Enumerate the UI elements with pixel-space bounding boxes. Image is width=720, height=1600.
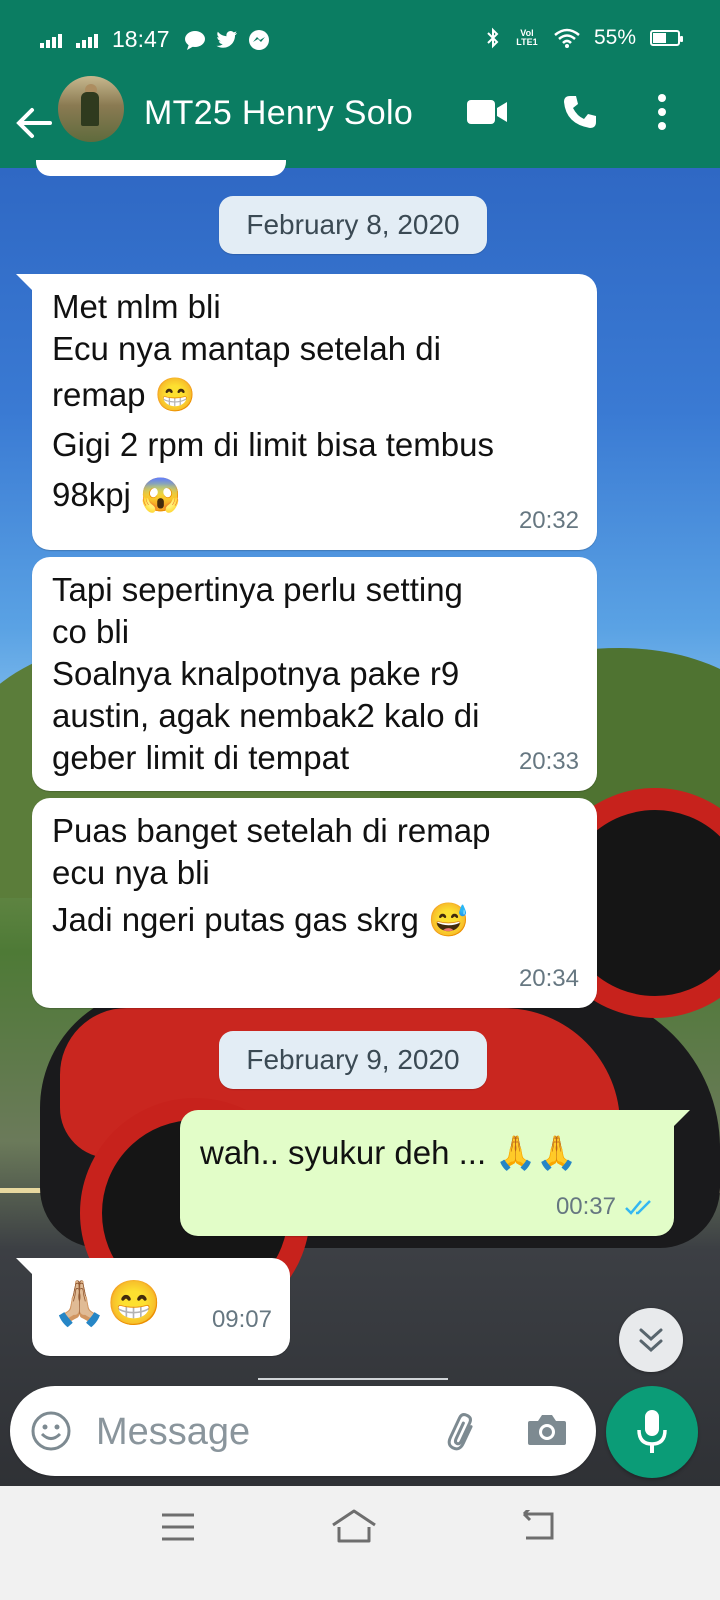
chat-header: MT25 Henry Solo: [0, 76, 720, 168]
system-nav-bar: [0, 1486, 720, 1600]
status-left: 18:47: [40, 26, 270, 53]
message-line: 98kpj 😱: [52, 476, 182, 513]
date-separator: February 9, 2020: [219, 1031, 487, 1089]
bluetooth-icon: [487, 27, 499, 49]
message-bubble-outgoing[interactable]: wah.. syukur deh ... 🙏🙏 00:37: [180, 1110, 690, 1236]
chat-bubble-icon: [184, 30, 205, 50]
read-ticks-icon: [625, 1200, 651, 1215]
contact-name[interactable]: MT25 Henry Solo: [144, 94, 413, 133]
message-bubble-incoming[interactable]: 🙏🏼😁 09:07: [16, 1258, 290, 1356]
message-line: geber limit di tempat: [52, 739, 350, 776]
signal-icon-2: [76, 32, 98, 48]
message-line: Gigi 2 rpm di limit bisa tembus: [52, 426, 494, 463]
volte-icon: Vol LTE1: [516, 28, 538, 47]
message-line: Soalnya knalpotnya pake r9: [52, 655, 460, 692]
scroll-to-bottom-button[interactable]: [619, 1308, 683, 1372]
signal-icon: [40, 32, 62, 48]
message-line: Puas banget setelah di remap: [52, 812, 491, 849]
menu-icon[interactable]: [160, 1512, 196, 1542]
message-time: 00:37: [555, 1193, 616, 1220]
voice-message-button[interactable]: [606, 1386, 698, 1478]
message-bubble-incoming[interactable]: Tapi sepertinya perlu setting co bli Soa…: [32, 557, 597, 791]
message-time: 20:32: [518, 507, 579, 534]
date-separator: February 8, 2020: [219, 196, 487, 254]
message-line: wah.. syukur deh ... 🙏🙏: [200, 1134, 578, 1171]
emoji-icon[interactable]: [30, 1410, 72, 1452]
message-bubble-incoming[interactable]: Met mlm bli Ecu nya mantap setelah di re…: [16, 274, 597, 550]
message-time: 20:34: [518, 965, 579, 992]
battery-percent: 55%: [593, 26, 636, 49]
video-call-icon[interactable]: [466, 98, 508, 126]
more-vert-icon[interactable]: [656, 94, 668, 130]
battery-icon: [650, 30, 683, 46]
message-line: austin, agak nembak2 kalo di: [52, 697, 480, 734]
status-time: 18:47: [112, 26, 170, 52]
message-line: Met mlm bli: [52, 288, 221, 325]
wifi-icon: [554, 28, 580, 48]
message-line: ecu nya bli: [52, 854, 210, 891]
message-line: Ecu nya mantap setelah di: [52, 330, 441, 367]
mic-icon: [637, 1410, 667, 1453]
status-right: Vol LTE1 55%: [486, 26, 683, 50]
attach-icon[interactable]: [442, 1410, 482, 1452]
message-input[interactable]: [94, 1406, 418, 1458]
home-icon[interactable]: [330, 1508, 378, 1544]
message-line: remap 😁: [52, 376, 196, 413]
message-time: 20:33: [518, 748, 579, 775]
back-icon[interactable]: [520, 1510, 556, 1542]
avatar[interactable]: [58, 76, 124, 142]
twitter-icon: [216, 30, 237, 48]
message-line: co bli: [52, 613, 130, 650]
notification-icons: [184, 29, 270, 51]
message-line: Jadi ngeri putas gas skrg 😅: [52, 901, 470, 938]
battery-fill: [653, 33, 667, 43]
chevron-double-down-icon: [639, 1328, 663, 1353]
messenger-icon: [248, 29, 269, 50]
camera-icon[interactable]: [526, 1412, 568, 1448]
avatar-figure: [81, 92, 99, 126]
message-meta: 00:37: [556, 1186, 656, 1228]
message-line: Tapi sepertinya perlu setting: [52, 571, 463, 608]
back-arrow-icon[interactable]: [14, 106, 54, 140]
status-bar: 18:47 Vol LTE1 55%: [0, 0, 720, 80]
message-bubble-incoming[interactable]: Puas banget setelah di remap ecu nya bli…: [32, 798, 597, 1008]
message-time: 09:07: [211, 1306, 272, 1333]
previous-message-stub: [36, 160, 286, 176]
divider: [258, 1378, 448, 1380]
message-composer: [10, 1386, 596, 1476]
phone-icon[interactable]: [562, 94, 598, 130]
